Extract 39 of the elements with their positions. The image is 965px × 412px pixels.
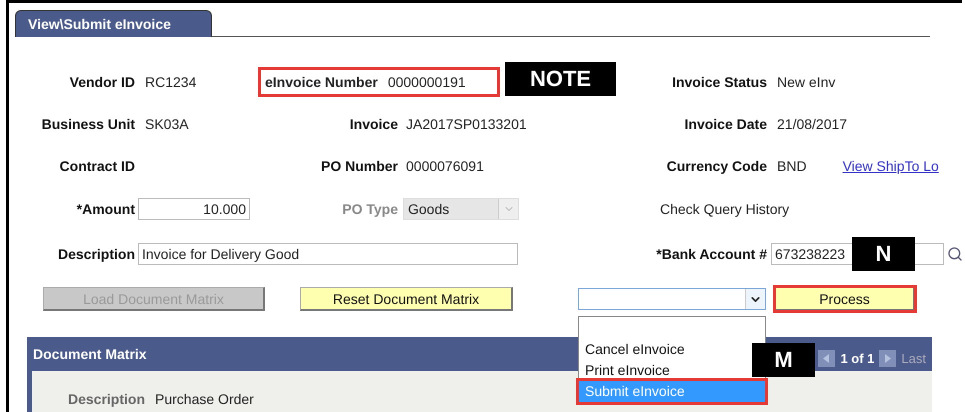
field-value: 0000000191: [388, 74, 466, 90]
field-label: Invoice Status: [672, 74, 767, 90]
field-value: RC1234: [144, 74, 196, 90]
search-icon[interactable]: [947, 246, 962, 262]
field-label: Contract ID: [60, 158, 135, 174]
field-label: Invoice: [350, 116, 398, 132]
annotation-label: NOTE: [505, 62, 616, 96]
pager-count: 1 of 1: [840, 350, 874, 366]
field-label: Vendor ID: [70, 74, 135, 90]
previous-icon[interactable]: [818, 350, 836, 366]
action-select[interactable]: [578, 288, 766, 310]
next-icon[interactable]: [879, 350, 896, 366]
amount-input[interactable]: 10.000: [138, 198, 250, 220]
process-button[interactable]: Process: [775, 287, 915, 311]
field-label: eInvoice Number: [265, 74, 378, 90]
field-label: *Bank Account #: [656, 246, 767, 262]
field-value: SK03A: [144, 116, 189, 132]
field-value: BND View ShipTo Lo: [776, 158, 939, 174]
field-value: New eInv: [776, 74, 836, 90]
field-value: 0000076091: [405, 158, 484, 174]
field-value: JA2017SP0133201: [405, 116, 527, 132]
field-value: Purchase Order: [155, 391, 254, 407]
annotation-label: M: [752, 343, 815, 377]
field-label: *Amount: [76, 201, 135, 217]
field-label: Description: [58, 246, 135, 262]
field-label: Invoice Date: [684, 116, 767, 132]
page-tab[interactable]: View\Submit eInvoice: [15, 10, 212, 37]
ship-to-link[interactable]: View ShipTo Lo: [842, 158, 939, 174]
annotation-label: N: [852, 237, 915, 271]
panel-title: Document Matrix: [33, 346, 147, 362]
description-input[interactable]: Invoice for Delivery Good: [138, 243, 518, 265]
field-label: Description: [68, 391, 146, 407]
field-label: PO Type: [342, 201, 398, 217]
field-label: Business Unit: [42, 116, 135, 132]
field-value: 21/08/2017: [776, 116, 848, 132]
matrix-button[interactable]: Reset Document Matrix: [300, 287, 513, 311]
check-query-history-text[interactable]: Check Query History: [615, 201, 790, 217]
field-label: PO Number: [320, 158, 398, 174]
field-label: Currency Code: [666, 158, 767, 174]
